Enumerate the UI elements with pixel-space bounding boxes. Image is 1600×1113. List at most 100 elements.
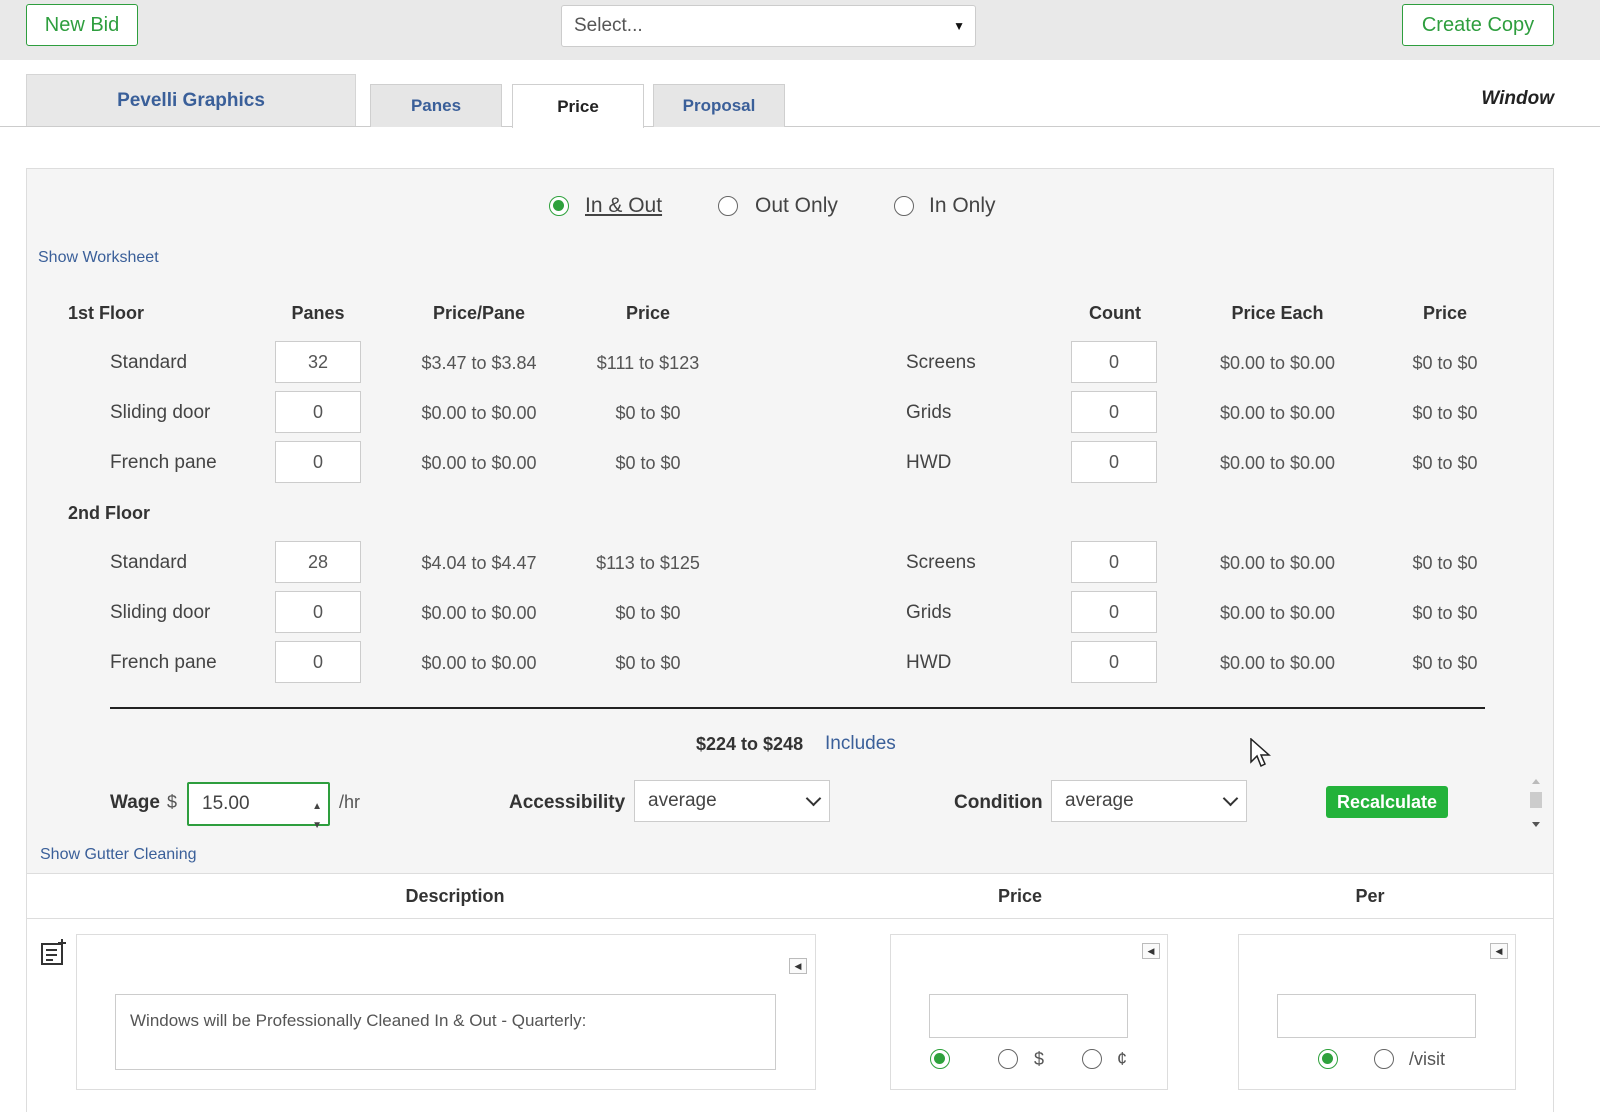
includes-link[interactable]: Includes xyxy=(825,733,896,755)
radio-out-only-label[interactable]: Out Only xyxy=(755,194,838,218)
extras-price-header: Price xyxy=(1422,303,1468,323)
price-each-value: $0.00 to $0.00 xyxy=(1219,353,1336,373)
price-value: $0 to $0 xyxy=(615,403,681,423)
radio-out-only[interactable] xyxy=(718,196,738,216)
count-input[interactable]: 0 xyxy=(1071,341,1157,383)
row-type: Standard xyxy=(110,352,188,373)
price-unit-cent-label: ¢ xyxy=(1117,1049,1128,1069)
recalculate-button[interactable]: Recalculate xyxy=(1326,786,1448,818)
chevron-down-icon xyxy=(805,790,822,807)
per-unit-radio-default[interactable] xyxy=(1318,1049,1338,1069)
collapse-arrow-icon[interactable]: ◀ xyxy=(1142,943,1160,959)
price-pane-header: Price/Pane xyxy=(432,303,526,323)
price-header: Price xyxy=(625,303,671,323)
chevron-down-icon xyxy=(1222,790,1239,807)
count-header: Count xyxy=(1089,303,1141,323)
collapse-arrow-icon[interactable]: ◀ xyxy=(789,958,807,974)
collapse-arrow-icon[interactable]: ◀ xyxy=(1490,943,1508,959)
table-header-divider xyxy=(27,918,1553,919)
floor-2-header: 2nd Floor xyxy=(68,503,150,523)
window-section-label: Window xyxy=(1481,88,1554,109)
count-input[interactable]: 0 xyxy=(1071,641,1157,683)
tab-divider xyxy=(0,126,1600,127)
panes-input[interactable]: 0 xyxy=(275,441,361,483)
price-pane-value: $0.00 to $0.00 xyxy=(421,453,537,473)
condition-select[interactable]: average xyxy=(1051,780,1247,822)
price-unit-radio-default[interactable] xyxy=(930,1049,950,1069)
price-value: $0 to $0 xyxy=(615,653,681,673)
bid-select-value: Select... xyxy=(574,15,643,36)
panes-input[interactable]: 0 xyxy=(275,591,361,633)
price-pane-value: $4.04 to $4.47 xyxy=(421,553,537,573)
row-type: French pane xyxy=(110,452,217,473)
price-value: $0 to $0 xyxy=(615,453,681,473)
row-type: Standard xyxy=(110,552,188,573)
row-type: French pane xyxy=(110,652,217,673)
price-each-value: $0.00 to $0.00 xyxy=(1219,553,1336,573)
panes-header: Panes xyxy=(291,303,345,323)
accessibility-value: average xyxy=(648,790,717,811)
count-input[interactable]: 0 xyxy=(1071,391,1157,433)
radio-in-only[interactable] xyxy=(894,196,914,216)
panes-input[interactable]: 0 xyxy=(275,391,361,433)
wage-value: 15.00 xyxy=(202,793,250,814)
extras-price-value: $0 to $0 xyxy=(1412,453,1478,473)
new-bid-button[interactable]: New Bid xyxy=(26,4,138,46)
count-input[interactable]: 0 xyxy=(1071,441,1157,483)
accessibility-label: Accessibility xyxy=(509,792,626,813)
price-each-value: $0.00 to $0.00 xyxy=(1219,453,1336,473)
company-name-tab: Pevelli Graphics xyxy=(26,74,356,126)
caret-down-icon: ▼ xyxy=(953,19,965,33)
panes-input[interactable]: 32 xyxy=(275,341,361,383)
wage-input[interactable]: 15.00 ▲ ▼ xyxy=(187,782,330,831)
show-worksheet-link[interactable]: Show Worksheet xyxy=(38,249,159,267)
description-textarea[interactable]: Windows will be Professionally Cleaned I… xyxy=(115,994,776,1070)
bid-select-dropdown[interactable]: Select... ▼ xyxy=(561,5,976,47)
extra-type: Screens xyxy=(906,352,976,373)
mini-scrollbar[interactable] xyxy=(1528,778,1544,828)
extras-price-value: $0 to $0 xyxy=(1412,403,1478,423)
tab-panes[interactable]: Panes xyxy=(370,84,502,127)
radio-in-out-label[interactable]: In & Out xyxy=(585,194,662,218)
per-unit-visit-label: /visit xyxy=(1409,1049,1445,1069)
extra-type: Grids xyxy=(906,602,952,623)
create-copy-button[interactable]: Create Copy xyxy=(1402,4,1554,46)
wage-unit: /hr xyxy=(339,792,361,812)
condition-value: average xyxy=(1065,790,1134,811)
price-column-header: Price xyxy=(997,886,1043,906)
price-unit-radio-dollar[interactable] xyxy=(998,1049,1018,1069)
show-gutter-cleaning-link[interactable]: Show Gutter Cleaning xyxy=(40,846,197,864)
price-each-header: Price Each xyxy=(1231,303,1324,323)
panes-input[interactable]: 28 xyxy=(275,541,361,583)
price-pane-value: $0.00 to $0.00 xyxy=(421,603,537,623)
extras-price-value: $0 to $0 xyxy=(1412,653,1478,673)
radio-in-out[interactable] xyxy=(549,196,569,216)
extras-price-value: $0 to $0 xyxy=(1412,603,1478,623)
price-pane-value: $0.00 to $0.00 xyxy=(421,403,537,423)
tab-proposal[interactable]: Proposal xyxy=(653,84,785,127)
wage-currency: $ xyxy=(167,792,178,812)
extras-price-value: $0 to $0 xyxy=(1412,353,1478,373)
count-input[interactable]: 0 xyxy=(1071,541,1157,583)
price-input[interactable] xyxy=(929,994,1128,1038)
accessibility-select[interactable]: average xyxy=(634,780,830,822)
extra-type: HWD xyxy=(906,452,952,473)
extras-price-value: $0 to $0 xyxy=(1412,553,1478,573)
count-input[interactable]: 0 xyxy=(1071,591,1157,633)
panes-input[interactable]: 0 xyxy=(275,641,361,683)
condition-label: Condition xyxy=(954,792,1043,813)
per-column-header: Per xyxy=(1355,886,1385,906)
radio-in-only-label[interactable]: In Only xyxy=(929,194,996,218)
price-each-value: $0.00 to $0.00 xyxy=(1219,403,1336,423)
price-unit-radio-cent[interactable] xyxy=(1082,1049,1102,1069)
price-value: $111 to $123 xyxy=(596,353,700,373)
spin-down-icon[interactable]: ▼ xyxy=(312,806,322,846)
total-separator xyxy=(110,707,1485,709)
per-unit-radio-visit[interactable] xyxy=(1374,1049,1394,1069)
add-note-icon[interactable] xyxy=(40,938,68,966)
extra-type: Screens xyxy=(906,552,976,573)
per-input[interactable] xyxy=(1277,994,1476,1038)
price-pane-value: $3.47 to $3.84 xyxy=(421,353,537,373)
tab-price[interactable]: Price xyxy=(512,84,644,128)
extra-type: HWD xyxy=(906,652,952,673)
